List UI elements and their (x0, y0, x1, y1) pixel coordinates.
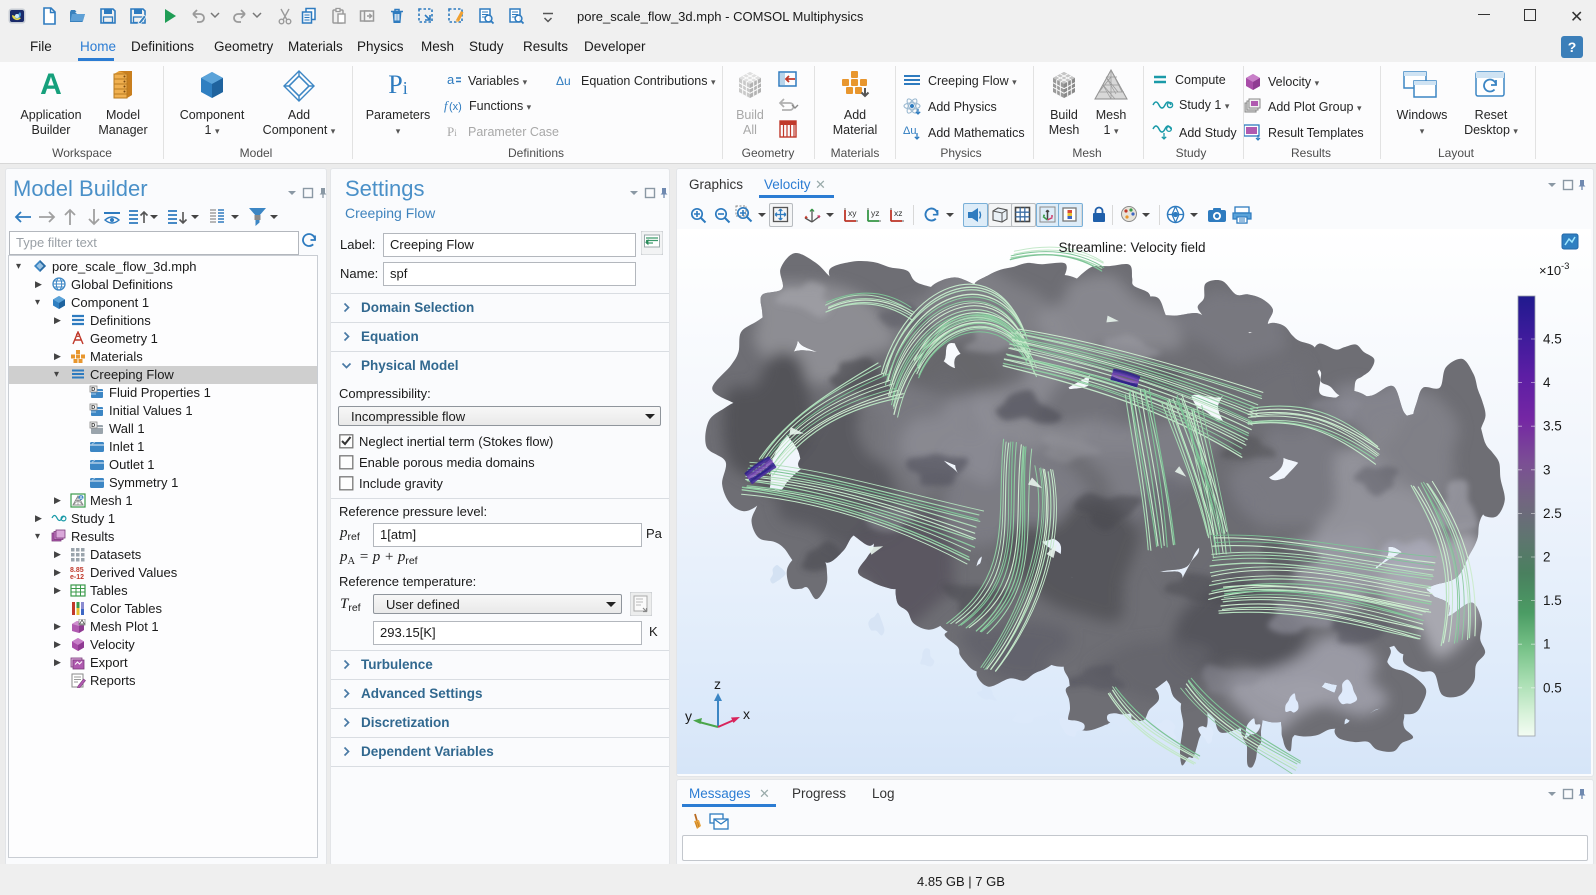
svg-text:D: D (91, 387, 95, 393)
svg-text:2.5: 2.5 (1543, 506, 1562, 521)
svg-text:4: 4 (1543, 375, 1551, 390)
svg-text:Pi: Pi (447, 124, 457, 139)
svg-text:Pi: Pi (388, 70, 407, 99)
svg-text:Δu: Δu (903, 125, 916, 137)
svg-text:0.5: 0.5 (1543, 680, 1562, 695)
svg-text:Δu: Δu (556, 74, 571, 88)
svg-text:1: 1 (1543, 637, 1551, 652)
svg-text:y: y (685, 708, 692, 724)
svg-text:2: 2 (1543, 550, 1551, 565)
svg-text:D: D (91, 405, 95, 411)
svg-text:e-12: e-12 (70, 574, 84, 580)
svg-text:x: x (743, 706, 750, 722)
svg-text:×10: ×10 (1539, 263, 1561, 278)
svg-text:8.85: 8.85 (70, 567, 84, 574)
svg-text:A: A (40, 68, 62, 101)
svg-text:1.5: 1.5 (1543, 593, 1562, 608)
svg-text:xz: xz (894, 208, 903, 218)
svg-text:yz: yz (871, 208, 880, 218)
svg-text:(x): (x) (449, 101, 462, 113)
svg-text:a: a (447, 72, 455, 87)
svg-text:D: D (91, 423, 95, 429)
svg-text:z: z (714, 676, 721, 692)
svg-text:3: 3 (1543, 462, 1551, 477)
svg-text:xy: xy (848, 208, 857, 218)
svg-text:3.5: 3.5 (1543, 419, 1562, 434)
svg-text:-3: -3 (1561, 261, 1569, 272)
svg-text:Streamline: Velocity field: Streamline: Velocity field (1058, 240, 1205, 255)
svg-text:4.5: 4.5 (1543, 332, 1562, 347)
